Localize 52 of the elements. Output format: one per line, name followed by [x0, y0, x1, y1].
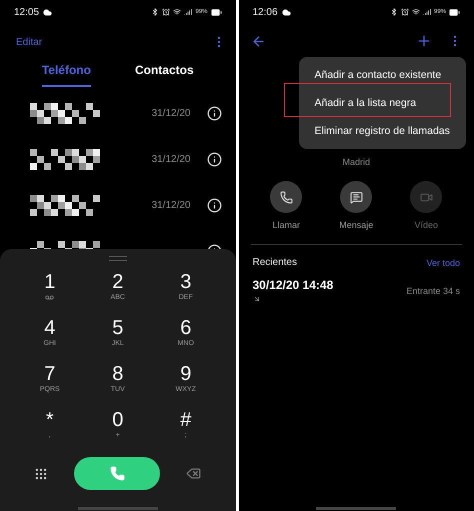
back-icon[interactable]	[250, 34, 266, 48]
action-button[interactable]	[340, 181, 372, 213]
cloud-icon	[43, 8, 52, 16]
call-button[interactable]	[74, 457, 160, 490]
menu-item[interactable]: Añadir a contacto existente	[298, 61, 466, 89]
phone-icon	[280, 190, 293, 204]
tab[interactable]: Teléfono	[42, 60, 91, 87]
dial-key[interactable]: 1	[16, 267, 84, 313]
drag-handle[interactable]	[108, 256, 127, 261]
pixelated-name	[30, 102, 100, 124]
section-title: Recientes	[252, 257, 297, 268]
action-button[interactable]	[270, 181, 302, 213]
call-datetime: 30/12/20 14:48	[252, 278, 334, 292]
call-details: Entrante 34 s	[406, 286, 460, 298]
alarm-icon	[162, 8, 170, 16]
menu-item[interactable]: Añadir a la lista negra	[298, 89, 466, 117]
backspace-icon[interactable]	[186, 466, 202, 481]
incoming-arrow-icon	[252, 295, 260, 303]
status-time: 12:06	[252, 6, 278, 18]
bluetooth-icon	[151, 8, 160, 16]
call-date: 31/12/20	[152, 154, 190, 164]
voicemail-icon	[45, 293, 54, 302]
pixelated-name	[30, 194, 100, 216]
wifi-icon	[173, 8, 182, 16]
signal-icon	[422, 8, 431, 16]
call-date: 31/12/20	[152, 200, 190, 210]
info-icon[interactable]	[206, 198, 222, 212]
wifi-icon	[412, 8, 420, 16]
video-icon	[420, 190, 433, 204]
call-date: 31/12/20	[152, 108, 190, 118]
contact-location: Madrid	[342, 157, 370, 167]
battery-icon	[449, 6, 460, 18]
add-icon[interactable]	[416, 33, 432, 49]
action-label: Llamar	[272, 220, 300, 230]
edit-link[interactable]: Editar	[16, 36, 42, 48]
bluetooth-icon	[390, 8, 398, 16]
action-label: Mensaje	[339, 220, 374, 230]
info-icon[interactable]	[206, 152, 222, 166]
alarm-icon	[400, 8, 409, 16]
menu-item[interactable]: Eliminar registro de llamadas	[298, 117, 466, 145]
phone-icon	[110, 466, 125, 481]
battery-icon	[210, 6, 222, 18]
dialpad-icon[interactable]	[34, 466, 48, 480]
see-all-link[interactable]: Ver todo	[426, 258, 460, 268]
cloud-icon	[282, 8, 291, 16]
status-time: 12:05	[14, 6, 40, 18]
tab[interactable]: Contactos	[134, 60, 194, 87]
info-icon[interactable]	[206, 106, 222, 120]
action-label: Vídeo	[414, 220, 438, 230]
signal-icon	[184, 8, 192, 16]
message-icon	[350, 190, 363, 204]
pixelated-name	[30, 148, 100, 170]
